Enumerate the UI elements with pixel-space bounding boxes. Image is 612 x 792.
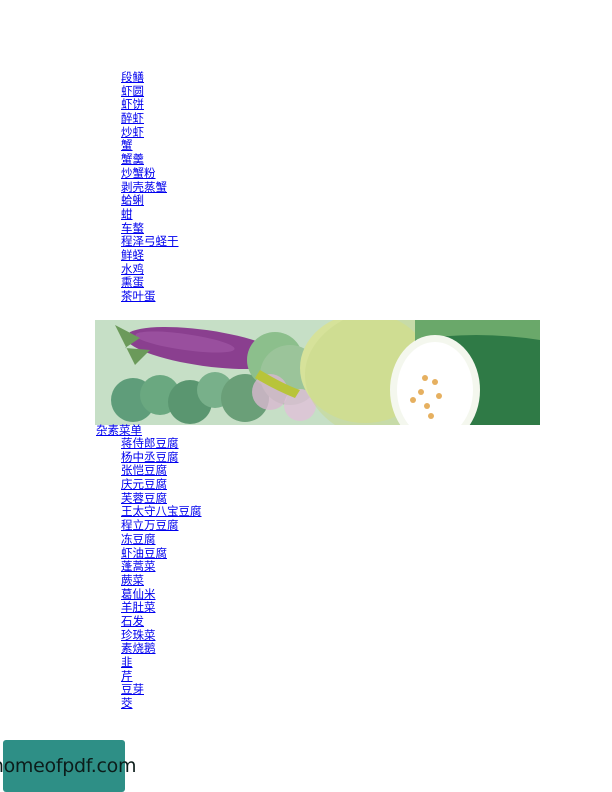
recipe-link[interactable]: 豆芽 <box>121 683 202 697</box>
recipe-link[interactable]: 程立万豆腐 <box>121 518 202 533</box>
recipe-link[interactable]: 水鸡 <box>121 262 179 277</box>
recipe-link[interactable]: 葛仙米 <box>121 587 202 602</box>
recipe-link[interactable]: 素烧鹅 <box>121 642 202 656</box>
recipe-link[interactable]: 茭 <box>121 696 202 711</box>
recipe-link[interactable]: 虾饼 <box>121 98 179 112</box>
recipe-link[interactable]: 芙蓉豆腐 <box>121 491 202 506</box>
vegetable-banner-image <box>95 320 540 425</box>
recipe-link[interactable]: 虾圆 <box>121 84 179 99</box>
recipe-link[interactable]: 鲜蛏 <box>121 248 179 263</box>
homeofpdf-logo[interactable]: homeofpdf.com <box>0 740 136 792</box>
recipe-link[interactable]: 蕨菜 <box>121 573 202 588</box>
section-recipe-list: 蒋侍郎豆腐 杨中丞豆腐 张恺豆腐 庆元豆腐 芙蓉豆腐 王太守八宝豆腐 程立万豆腐… <box>121 436 202 711</box>
recipe-link[interactable]: 蟹 <box>121 139 179 153</box>
recipe-link[interactable]: 程泽弓蛏干 <box>121 235 179 249</box>
recipe-link[interactable]: 蚶 <box>121 207 179 222</box>
recipe-link[interactable]: 韭 <box>121 655 202 670</box>
recipe-link[interactable]: 炒蟹粉 <box>121 166 179 181</box>
recipe-link[interactable]: 熏蛋 <box>121 276 179 290</box>
recipe-link[interactable]: 炒虾 <box>121 125 179 140</box>
recipe-link[interactable]: 醉虾 <box>121 111 179 126</box>
logo-text: homeofpdf.com <box>0 755 137 777</box>
recipe-link[interactable]: 车螯 <box>121 221 179 236</box>
top-recipe-list: 段鳝 虾圆 虾饼 醉虾 炒虾 蟹 蟹羹 炒蟹粉 剥壳蒸蟹 蛤蜊 蚶 车螯 程泽弓… <box>121 70 179 304</box>
recipe-link[interactable]: 冻豆腐 <box>121 532 202 547</box>
recipe-link[interactable]: 张恺豆腐 <box>121 464 202 478</box>
recipe-link[interactable]: 杨中丞豆腐 <box>121 450 202 465</box>
recipe-link[interactable]: 茶叶蛋 <box>121 289 179 304</box>
recipe-link[interactable]: 石发 <box>121 614 202 629</box>
recipe-link[interactable]: 羊肚菜 <box>121 601 202 615</box>
recipe-link[interactable]: 剥壳蒸蟹 <box>121 180 179 195</box>
recipe-link[interactable]: 珍珠菜 <box>121 628 202 643</box>
recipe-link[interactable]: 蓬蒿菜 <box>121 559 202 574</box>
recipe-link[interactable]: 段鳝 <box>121 70 179 85</box>
recipe-link[interactable]: 虾油豆腐 <box>121 546 202 561</box>
recipe-link[interactable]: 蟹羹 <box>121 152 179 167</box>
recipe-link[interactable]: 芹 <box>121 669 202 684</box>
recipe-link[interactable]: 蒋侍郎豆腐 <box>121 436 202 451</box>
recipe-link[interactable]: 蛤蜊 <box>121 193 179 208</box>
recipe-link[interactable]: 庆元豆腐 <box>121 477 202 492</box>
section-title-link[interactable]: 杂素菜单 <box>96 423 142 437</box>
recipe-link[interactable]: 王太守八宝豆腐 <box>121 505 202 519</box>
